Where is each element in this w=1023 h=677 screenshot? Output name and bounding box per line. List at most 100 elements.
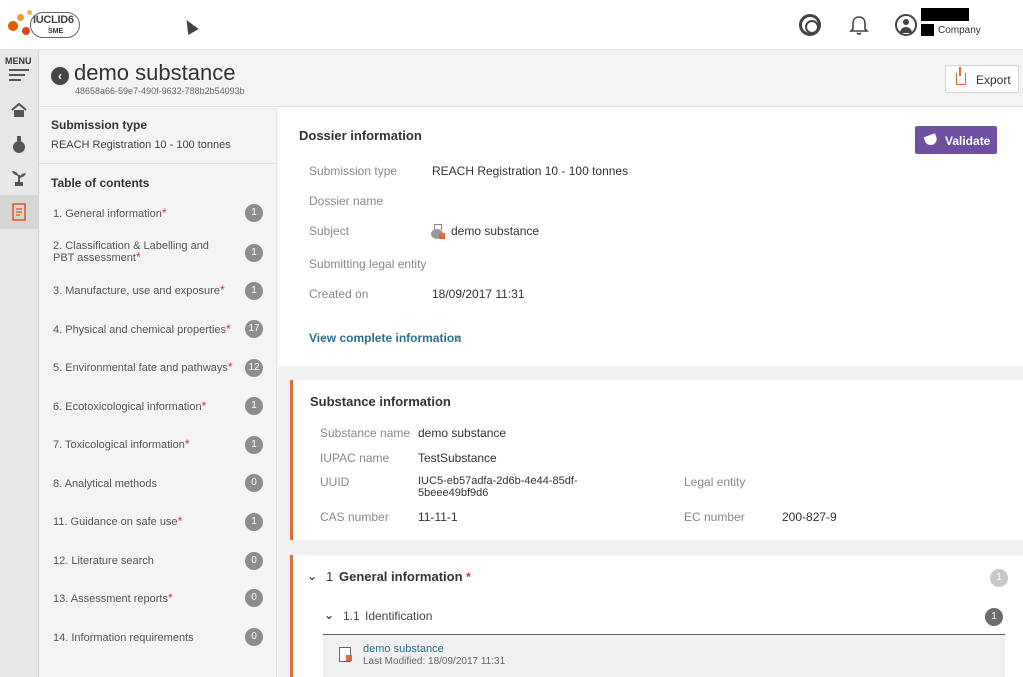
company-label: Company <box>938 25 981 36</box>
count-badge: 12 <box>245 359 263 377</box>
toc-item-label: 8. Analytical methods <box>53 478 157 490</box>
count-badge: 17 <box>245 320 263 338</box>
page-title: demo substance <box>74 60 236 85</box>
brush-icon <box>923 133 939 147</box>
logo-dot <box>27 10 32 15</box>
required-marker: * <box>201 399 207 413</box>
export-icon <box>956 67 966 85</box>
flask-icon <box>13 136 25 153</box>
divider <box>39 163 277 164</box>
field-label: Legal entity <box>684 475 746 489</box>
cas-number-value: 11-11-1 <box>418 510 458 524</box>
submission-type-value: REACH Registration 10 - 100 tonnes <box>432 164 629 178</box>
toc-item-label: 11. Guidance on safe use <box>53 516 178 528</box>
created-on-value: 18/09/2017 11:31 <box>432 287 525 301</box>
field-label: CAS number <box>320 510 389 524</box>
section-number: 1 <box>326 569 334 584</box>
toc-item-label: 5. Environmental fate and pathways <box>53 362 228 374</box>
section-title[interactable]: General information * <box>339 569 471 584</box>
count-badge: 0 <box>245 589 263 607</box>
required-marker: * <box>167 591 173 605</box>
toc-item-label: 2. Classification & Labelling and PBT as… <box>53 240 209 264</box>
page-uuid: 48658a66-59e7-490f-9632-788b2b54093b <box>75 86 245 96</box>
required-marker: * <box>135 250 141 264</box>
count-badge: 0 <box>245 628 263 646</box>
field-label: EC number <box>684 510 745 524</box>
substance-information-title: Substance information <box>310 394 451 409</box>
toc-item-label: 7. Toxicological information <box>53 439 185 451</box>
validate-button[interactable]: Validate <box>915 126 997 154</box>
substance-information-panel: Substance information Substance name dem… <box>290 380 1023 540</box>
iuclid-logo[interactable]: IUCLID6 SME <box>8 9 82 41</box>
section-title-text: General information <box>339 569 463 584</box>
uuid-value-line2: 5beee49bf9d6 <box>418 487 489 499</box>
toc-item-label: 4. Physical and chemical properties <box>53 324 227 336</box>
required-marker: * <box>219 283 225 297</box>
iupac-name-value: TestSubstance <box>418 451 497 465</box>
notifications-bell-icon[interactable] <box>848 14 870 36</box>
menu-hamburger-icon[interactable] <box>9 69 29 82</box>
chevron-down-icon[interactable]: ⌄ <box>324 608 334 622</box>
toc-item-label: 6. Ecotoxicological information <box>53 401 202 413</box>
count-badge: 1 <box>245 513 263 531</box>
count-badge: 1 <box>245 397 263 415</box>
submission-type-title: Submission type <box>51 118 148 132</box>
required-marker: * <box>184 437 190 451</box>
subject-value: demo substance <box>451 224 540 238</box>
substance-flask-icon <box>431 224 445 240</box>
count-badge: 1 <box>245 244 263 262</box>
field-label: Substance name <box>320 426 411 440</box>
subsection-title[interactable]: Identification <box>365 609 432 623</box>
logo-dot <box>8 21 18 31</box>
chevron-down-icon[interactable]: ⌄ <box>307 569 317 583</box>
count-badge: 1 <box>990 569 1008 587</box>
field-label: Created on <box>309 287 369 301</box>
ec-number-value: 200-827-9 <box>782 510 837 524</box>
count-badge: 1 <box>985 608 1003 626</box>
help-lifebuoy-icon[interactable] <box>799 14 821 36</box>
home-button[interactable] <box>0 93 39 127</box>
logo-text: IUCLID6 <box>33 14 74 26</box>
general-information-section: ⌄ 1 General information * 1 ⌄ 1.1 Identi… <box>290 555 1023 677</box>
toc-item-label: 14. Information requirements <box>53 632 194 644</box>
substances-button[interactable] <box>0 127 39 161</box>
document-name-link[interactable]: demo substance <box>363 643 444 655</box>
toc-title: Table of contents <box>51 176 150 190</box>
redacted-user-name <box>921 8 969 21</box>
view-complete-information-link[interactable]: View complete information <box>309 331 461 345</box>
mouse-cursor-icon <box>181 16 199 36</box>
dossiers-button[interactable] <box>0 195 39 229</box>
page-header: ‹ demo substance 48658a66-59e7-490f-9632… <box>39 50 1023 107</box>
field-label: UUID <box>320 475 350 489</box>
chevron-right-icon[interactable]: > <box>454 332 461 346</box>
export-button[interactable]: Export <box>945 65 1019 93</box>
document-row[interactable]: demo substance Last Modified: 18/09/2017… <box>323 635 1005 677</box>
main-content: Dossier information Validate Submission … <box>278 108 1023 677</box>
required-marker: * <box>177 514 183 528</box>
substance-name-value: demo substance <box>418 426 507 440</box>
required-marker: * <box>466 570 471 584</box>
count-badge: 0 <box>245 552 263 570</box>
field-label: Dossier name <box>309 194 384 208</box>
left-rail: MENU <box>0 50 39 677</box>
document-icon <box>339 647 352 662</box>
logo-dot <box>17 14 24 21</box>
mixtures-button[interactable] <box>0 161 39 195</box>
menu-label[interactable]: MENU <box>5 56 32 66</box>
plant-icon <box>12 171 26 186</box>
home-icon <box>11 102 27 117</box>
dossier-document-icon <box>12 203 26 221</box>
redacted-block <box>921 24 934 36</box>
back-button[interactable]: ‹ <box>51 67 69 85</box>
logo-subtext: SME <box>48 28 64 35</box>
count-badge: 1 <box>245 282 263 300</box>
submission-type-value: REACH Registration 10 - 100 tonnes <box>51 139 231 151</box>
dossier-information-panel: Dossier information Validate Submission … <box>278 108 1023 366</box>
user-account-icon[interactable] <box>895 14 917 36</box>
subsection-number: 1.1 <box>343 609 360 623</box>
validate-label: Validate <box>945 134 991 148</box>
document-last-modified: Last Modified: 18/09/2017 11:31 <box>363 656 506 667</box>
field-label: Subject <box>309 224 350 238</box>
required-marker: * <box>161 206 167 220</box>
count-badge: 1 <box>245 204 263 222</box>
